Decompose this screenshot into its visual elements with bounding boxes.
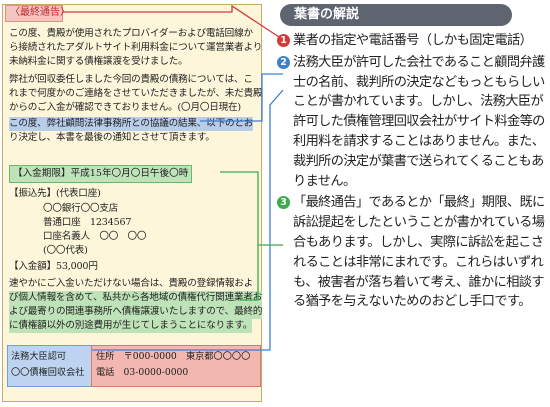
explanation-item-2: 2 法務大臣が許可した会社であること顧問弁護士の名前、裁判所の決定などもっともら… bbox=[277, 53, 549, 192]
connector-3b bbox=[240, 245, 259, 301]
connector-3 bbox=[220, 171, 283, 246]
explanation-item-1: 1 業者の指定や電話番号（しかも固定電話） bbox=[277, 31, 549, 51]
explanation-body: 1 業者の指定や電話番号（しかも固定電話） 2 法務大臣が許可した会社であること… bbox=[277, 31, 549, 312]
explanation-text-3: 「最終通告」であるとか「最終」期限、既に訴訟提起をしたということが書かれている場… bbox=[293, 195, 545, 310]
marker-1-icon: 1 bbox=[277, 34, 290, 47]
marker-3-icon: 3 bbox=[277, 196, 290, 210]
explanation-text-2: 法務大臣が許可した会社であること顧問弁護士の名前、裁判所の決定などもっともらしい… bbox=[293, 54, 545, 189]
connector-2b bbox=[92, 89, 284, 351]
explanation-item-3: 3 「最終通告」であるとか「最終」期限、既に訴訟提起をしたということが書かれてい… bbox=[277, 193, 549, 312]
marker-2-icon: 2 bbox=[277, 55, 290, 69]
connector-1 bbox=[62, 4, 283, 40]
explanation-header: 葉書の解説 bbox=[280, 4, 512, 26]
explanation-text-1: 業者の指定や電話番号（しかも固定電話） bbox=[293, 33, 533, 48]
